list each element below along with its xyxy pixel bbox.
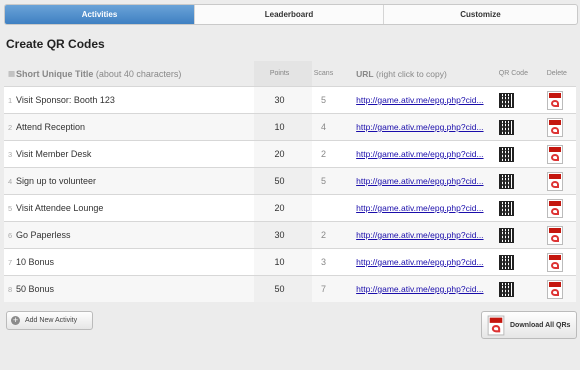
delete-cell	[543, 144, 576, 164]
table-row: 5 Visit Attendee Lounge 20 http://game.a…	[4, 194, 576, 221]
activity-scans: 7	[320, 284, 326, 294]
tab-leaderboard[interactable]: Leaderboard	[194, 5, 383, 24]
activity-title[interactable]: Sign up to volunteer	[12, 176, 250, 186]
pdf-download-icon[interactable]	[546, 90, 563, 110]
tab-bar: Activities Leaderboard Customize	[4, 4, 578, 25]
page-title: Create QR Codes	[6, 37, 105, 51]
table-row: 8 50 Bonus 50 7 http://game.ativ.me/epg.…	[4, 275, 576, 302]
pdf-download-icon[interactable]	[546, 144, 563, 164]
qr-code-icon[interactable]	[498, 119, 514, 135]
header-qr: QR Code	[498, 70, 528, 77]
activity-title[interactable]: 10 Bonus	[12, 257, 250, 267]
table-row: 4 Sign up to volunteer 50 5 http://game.…	[4, 167, 576, 194]
qr-code-icon[interactable]	[498, 227, 514, 243]
qr-code-cell	[493, 92, 543, 108]
header-url: URL (right click to copy)	[356, 68, 447, 79]
add-activity-button[interactable]: + Add New Activity	[6, 311, 93, 330]
activity-url-link[interactable]: http://game.ativ.me/epg.php?cid...	[338, 230, 493, 240]
table-row: 7 10 Bonus 10 3 http://game.ativ.me/epg.…	[4, 248, 576, 275]
qr-code-icon[interactable]	[498, 254, 514, 270]
delete-cell	[543, 117, 576, 137]
activity-url-link[interactable]: http://game.ativ.me/epg.php?cid...	[338, 203, 493, 213]
qr-code-icon[interactable]	[498, 281, 514, 297]
activity-scans: 4	[320, 122, 326, 132]
header-title: Short Unique Title (about 40 characters)	[16, 68, 182, 79]
table-row: 3 Visit Member Desk 20 2 http://game.ati…	[4, 140, 576, 167]
qr-code-cell	[493, 119, 543, 135]
activities-table: ▦ Short Unique Title (about 40 character…	[4, 61, 576, 302]
qr-code-cell	[493, 281, 543, 297]
activity-scans: 3	[320, 257, 326, 267]
qr-code-icon[interactable]	[498, 146, 514, 162]
pdf-download-icon[interactable]	[546, 225, 563, 245]
activity-scans: 5	[320, 176, 326, 186]
activity-url-link[interactable]: http://game.ativ.me/epg.php?cid...	[338, 122, 493, 132]
delete-cell	[543, 171, 576, 191]
delete-cell	[543, 225, 576, 245]
tab-activities[interactable]: Activities	[5, 5, 194, 24]
qr-code-cell	[493, 173, 543, 189]
footer-actions: + Add New Activity Download All QRs	[4, 311, 577, 341]
table-row: 2 Attend Reception 10 4 http://game.ativ…	[4, 113, 576, 140]
pdf-download-icon[interactable]	[546, 171, 563, 191]
plus-icon: +	[11, 315, 20, 325]
pdf-icon	[487, 315, 505, 335]
qr-code-icon[interactable]	[498, 92, 514, 108]
activity-url-link[interactable]: http://game.ativ.me/epg.php?cid...	[338, 149, 493, 159]
activity-scans: 5	[320, 95, 326, 105]
table-header: ▦ Short Unique Title (about 40 character…	[4, 61, 576, 86]
activity-url-link[interactable]: http://game.ativ.me/epg.php?cid...	[338, 95, 493, 105]
activity-title[interactable]: Visit Sponsor: Booth 123	[12, 95, 250, 105]
qr-code-cell	[493, 254, 543, 270]
activity-title[interactable]: Visit Attendee Lounge	[12, 203, 250, 213]
qr-code-cell	[493, 146, 543, 162]
download-label: Download All QRs	[510, 321, 571, 329]
activity-url-link[interactable]: http://game.ativ.me/epg.php?cid...	[338, 284, 493, 294]
qr-code-icon[interactable]	[498, 173, 514, 189]
pdf-download-icon[interactable]	[546, 279, 563, 299]
activity-title[interactable]: Go Paperless	[12, 230, 250, 240]
pdf-download-icon[interactable]	[546, 117, 563, 137]
activity-title[interactable]: Attend Reception	[12, 122, 250, 132]
header-delete: Delete	[546, 70, 567, 77]
table-body: 1 Visit Sponsor: Booth 123 30 5 http://g…	[4, 86, 576, 302]
qr-code-icon[interactable]	[498, 200, 514, 216]
download-all-qrs-button[interactable]: Download All QRs	[481, 311, 577, 339]
activity-scans: 2	[320, 230, 326, 240]
tab-customize[interactable]: Customize	[383, 5, 577, 24]
delete-cell	[543, 198, 576, 218]
delete-cell	[543, 279, 576, 299]
pdf-download-icon[interactable]	[546, 252, 563, 272]
table-row: 1 Visit Sponsor: Booth 123 30 5 http://g…	[4, 86, 576, 113]
qr-code-cell	[493, 200, 543, 216]
header-scans: Scans	[313, 70, 334, 77]
pdf-download-icon[interactable]	[546, 198, 563, 218]
activity-url-link[interactable]: http://game.ativ.me/epg.php?cid...	[338, 257, 493, 267]
activity-title[interactable]: Visit Member Desk	[12, 149, 250, 159]
activity-scans: 2	[320, 149, 326, 159]
activity-title[interactable]: 50 Bonus	[12, 284, 250, 294]
delete-cell	[543, 252, 576, 272]
add-activity-label: Add New Activity	[25, 317, 78, 324]
table-row: 6 Go Paperless 30 2 http://game.ativ.me/…	[4, 221, 576, 248]
activity-url-link[interactable]: http://game.ativ.me/epg.php?cid...	[338, 176, 493, 186]
qr-code-cell	[493, 227, 543, 243]
delete-cell	[543, 90, 576, 110]
